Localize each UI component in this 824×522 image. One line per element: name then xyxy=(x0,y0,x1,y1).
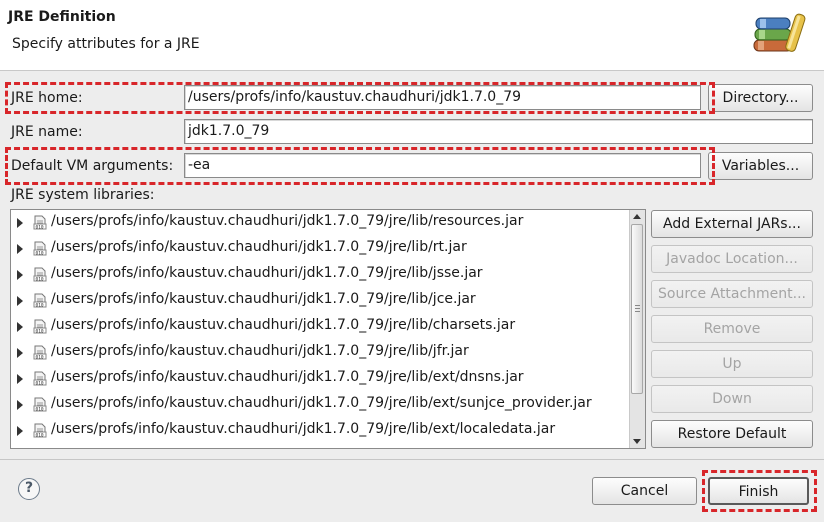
cancel-button[interactable]: Cancel xyxy=(592,477,697,505)
svg-text:010: 010 xyxy=(36,224,44,230)
jar-icon: 010 xyxy=(33,423,47,442)
expand-triangle-icon[interactable] xyxy=(17,244,23,254)
jar-icon: 010 xyxy=(33,319,47,338)
library-row[interactable]: 010 /users/profs/info/kaustuv.chaudhuri/… xyxy=(11,340,629,366)
footer-separator xyxy=(0,459,824,460)
help-icon[interactable]: ? xyxy=(18,478,40,500)
expand-triangle-icon[interactable] xyxy=(17,322,23,332)
library-row[interactable]: 010 /users/profs/info/kaustuv.chaudhuri/… xyxy=(11,366,629,392)
library-books-icon xyxy=(752,10,808,60)
jar-icon: 010 xyxy=(33,241,47,260)
library-path: /users/profs/info/kaustuv.chaudhuri/jdk1… xyxy=(51,343,469,359)
library-row[interactable]: 010 /users/profs/info/kaustuv.chaudhuri/… xyxy=(11,210,629,236)
library-path: /users/profs/info/kaustuv.chaudhuri/jdk1… xyxy=(51,421,556,437)
source-attachment-button[interactable]: Source Attachment... xyxy=(651,280,813,308)
remove-button[interactable]: Remove xyxy=(651,315,813,343)
library-row[interactable]: 010 /users/profs/info/kaustuv.chaudhuri/… xyxy=(11,288,629,314)
jar-icon: 010 xyxy=(33,397,47,416)
library-row[interactable]: 010 /users/profs/info/kaustuv.chaudhuri/… xyxy=(11,262,629,288)
expand-triangle-icon[interactable] xyxy=(17,400,23,410)
variables-button[interactable]: Variables... xyxy=(708,152,813,180)
library-path: /users/profs/info/kaustuv.chaudhuri/jdk1… xyxy=(51,317,516,333)
dialog-subtitle: Specify attributes for a JRE xyxy=(12,36,200,52)
down-button[interactable]: Down xyxy=(651,385,813,413)
library-row[interactable]: 010 /users/profs/info/kaustuv.chaudhuri/… xyxy=(11,314,629,340)
add-external-jars-button[interactable]: Add External JARs... xyxy=(651,210,813,238)
jre-name-label: JRE name: xyxy=(11,124,83,140)
svg-text:010: 010 xyxy=(36,276,44,282)
library-row[interactable]: 010 /users/profs/info/kaustuv.chaudhuri/… xyxy=(11,418,629,444)
library-tree[interactable]: 010 /users/profs/info/kaustuv.chaudhuri/… xyxy=(10,209,646,449)
library-path: /users/profs/info/kaustuv.chaudhuri/jdk1… xyxy=(51,395,592,411)
library-path: /users/profs/info/kaustuv.chaudhuri/jdk1… xyxy=(51,369,524,385)
svg-text:010: 010 xyxy=(36,380,44,386)
jre-home-label: JRE home: xyxy=(11,90,83,106)
grip-line xyxy=(635,311,640,312)
vm-args-label: Default VM arguments: xyxy=(11,158,174,174)
jar-icon: 010 xyxy=(33,345,47,364)
javadoc-location-button[interactable]: Javadoc Location... xyxy=(651,245,813,273)
expand-triangle-icon[interactable] xyxy=(17,218,23,228)
vm-args-input[interactable]: -ea xyxy=(184,153,701,178)
expand-triangle-icon[interactable] xyxy=(17,296,23,306)
scrollbar-thumb[interactable] xyxy=(631,224,643,394)
jre-home-input[interactable]: /users/profs/info/kaustuv.chaudhuri/jdk1… xyxy=(184,85,701,110)
jar-icon: 010 xyxy=(33,215,47,234)
library-scrollbar[interactable] xyxy=(629,210,645,448)
jar-icon: 010 xyxy=(33,371,47,390)
expand-triangle-icon[interactable] xyxy=(17,426,23,436)
directory-button[interactable]: Directory... xyxy=(708,84,813,112)
library-path: /users/profs/info/kaustuv.chaudhuri/jdk1… xyxy=(51,239,467,255)
expand-triangle-icon[interactable] xyxy=(17,270,23,280)
library-path: /users/profs/info/kaustuv.chaudhuri/jdk1… xyxy=(51,265,483,281)
up-button[interactable]: Up xyxy=(651,350,813,378)
scroll-down-arrow-icon[interactable] xyxy=(633,439,641,444)
svg-text:010: 010 xyxy=(36,354,44,360)
libraries-label: JRE system libraries: xyxy=(11,187,155,203)
grip-line xyxy=(635,308,640,309)
svg-text:010: 010 xyxy=(36,302,44,308)
svg-text:010: 010 xyxy=(36,406,44,412)
expand-triangle-icon[interactable] xyxy=(17,348,23,358)
scroll-up-arrow-icon[interactable] xyxy=(633,214,641,219)
finish-button[interactable]: Finish xyxy=(708,477,809,505)
library-row[interactable]: 010 /users/profs/info/kaustuv.chaudhuri/… xyxy=(11,236,629,262)
jar-icon: 010 xyxy=(33,267,47,286)
jar-icon: 010 xyxy=(33,293,47,312)
library-path: /users/profs/info/kaustuv.chaudhuri/jdk1… xyxy=(51,213,524,229)
jre-name-input[interactable]: jdk1.7.0_79 xyxy=(184,119,813,144)
svg-text:010: 010 xyxy=(36,250,44,256)
library-row[interactable]: 010 /users/profs/info/kaustuv.chaudhuri/… xyxy=(11,392,629,418)
svg-text:010: 010 xyxy=(36,432,44,438)
svg-text:010: 010 xyxy=(36,328,44,334)
restore-default-button[interactable]: Restore Default xyxy=(651,420,813,448)
grip-line xyxy=(635,305,640,306)
dialog-title: JRE Definition xyxy=(8,9,116,25)
library-path: /users/profs/info/kaustuv.chaudhuri/jdk1… xyxy=(51,291,476,307)
expand-triangle-icon[interactable] xyxy=(17,374,23,384)
